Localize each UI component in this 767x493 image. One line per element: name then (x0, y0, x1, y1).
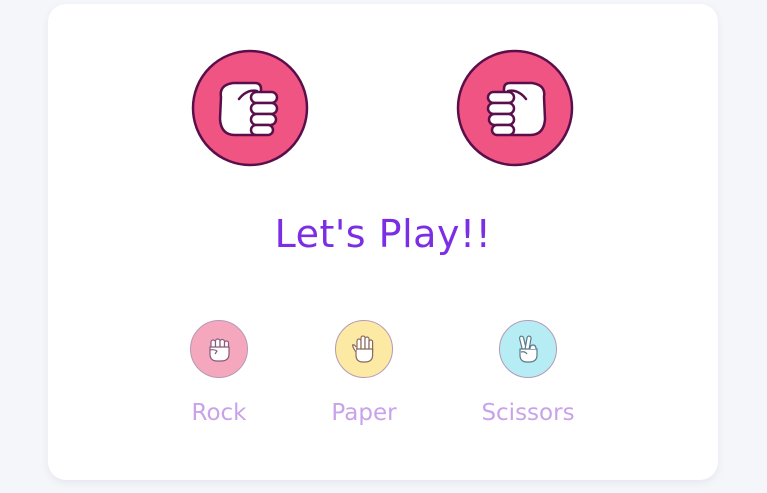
computer-hand (456, 49, 574, 167)
rock-choice-circle[interactable] (190, 320, 248, 378)
paper-hand-icon (351, 335, 374, 363)
scissors-hand-icon (518, 335, 538, 363)
paper-label[interactable]: Paper (299, 400, 429, 426)
rock-label[interactable]: Rock (154, 400, 284, 426)
fist-icon (456, 49, 574, 167)
paper-choice-button[interactable]: Paper (299, 320, 429, 426)
game-card: Let's Play!! Rock Paper Scissors (48, 4, 718, 480)
fist-icon (191, 49, 309, 167)
rock-choice-button[interactable]: Rock (154, 320, 284, 426)
paper-choice-circle[interactable] (335, 320, 393, 378)
game-status-text: Let's Play!! (274, 212, 492, 256)
scissors-label[interactable]: Scissors (463, 400, 593, 426)
scissors-choice-circle[interactable] (499, 320, 557, 378)
player-hand (191, 49, 309, 167)
scissors-choice-button[interactable]: Scissors (463, 320, 593, 426)
rock-hand-icon (209, 338, 230, 362)
